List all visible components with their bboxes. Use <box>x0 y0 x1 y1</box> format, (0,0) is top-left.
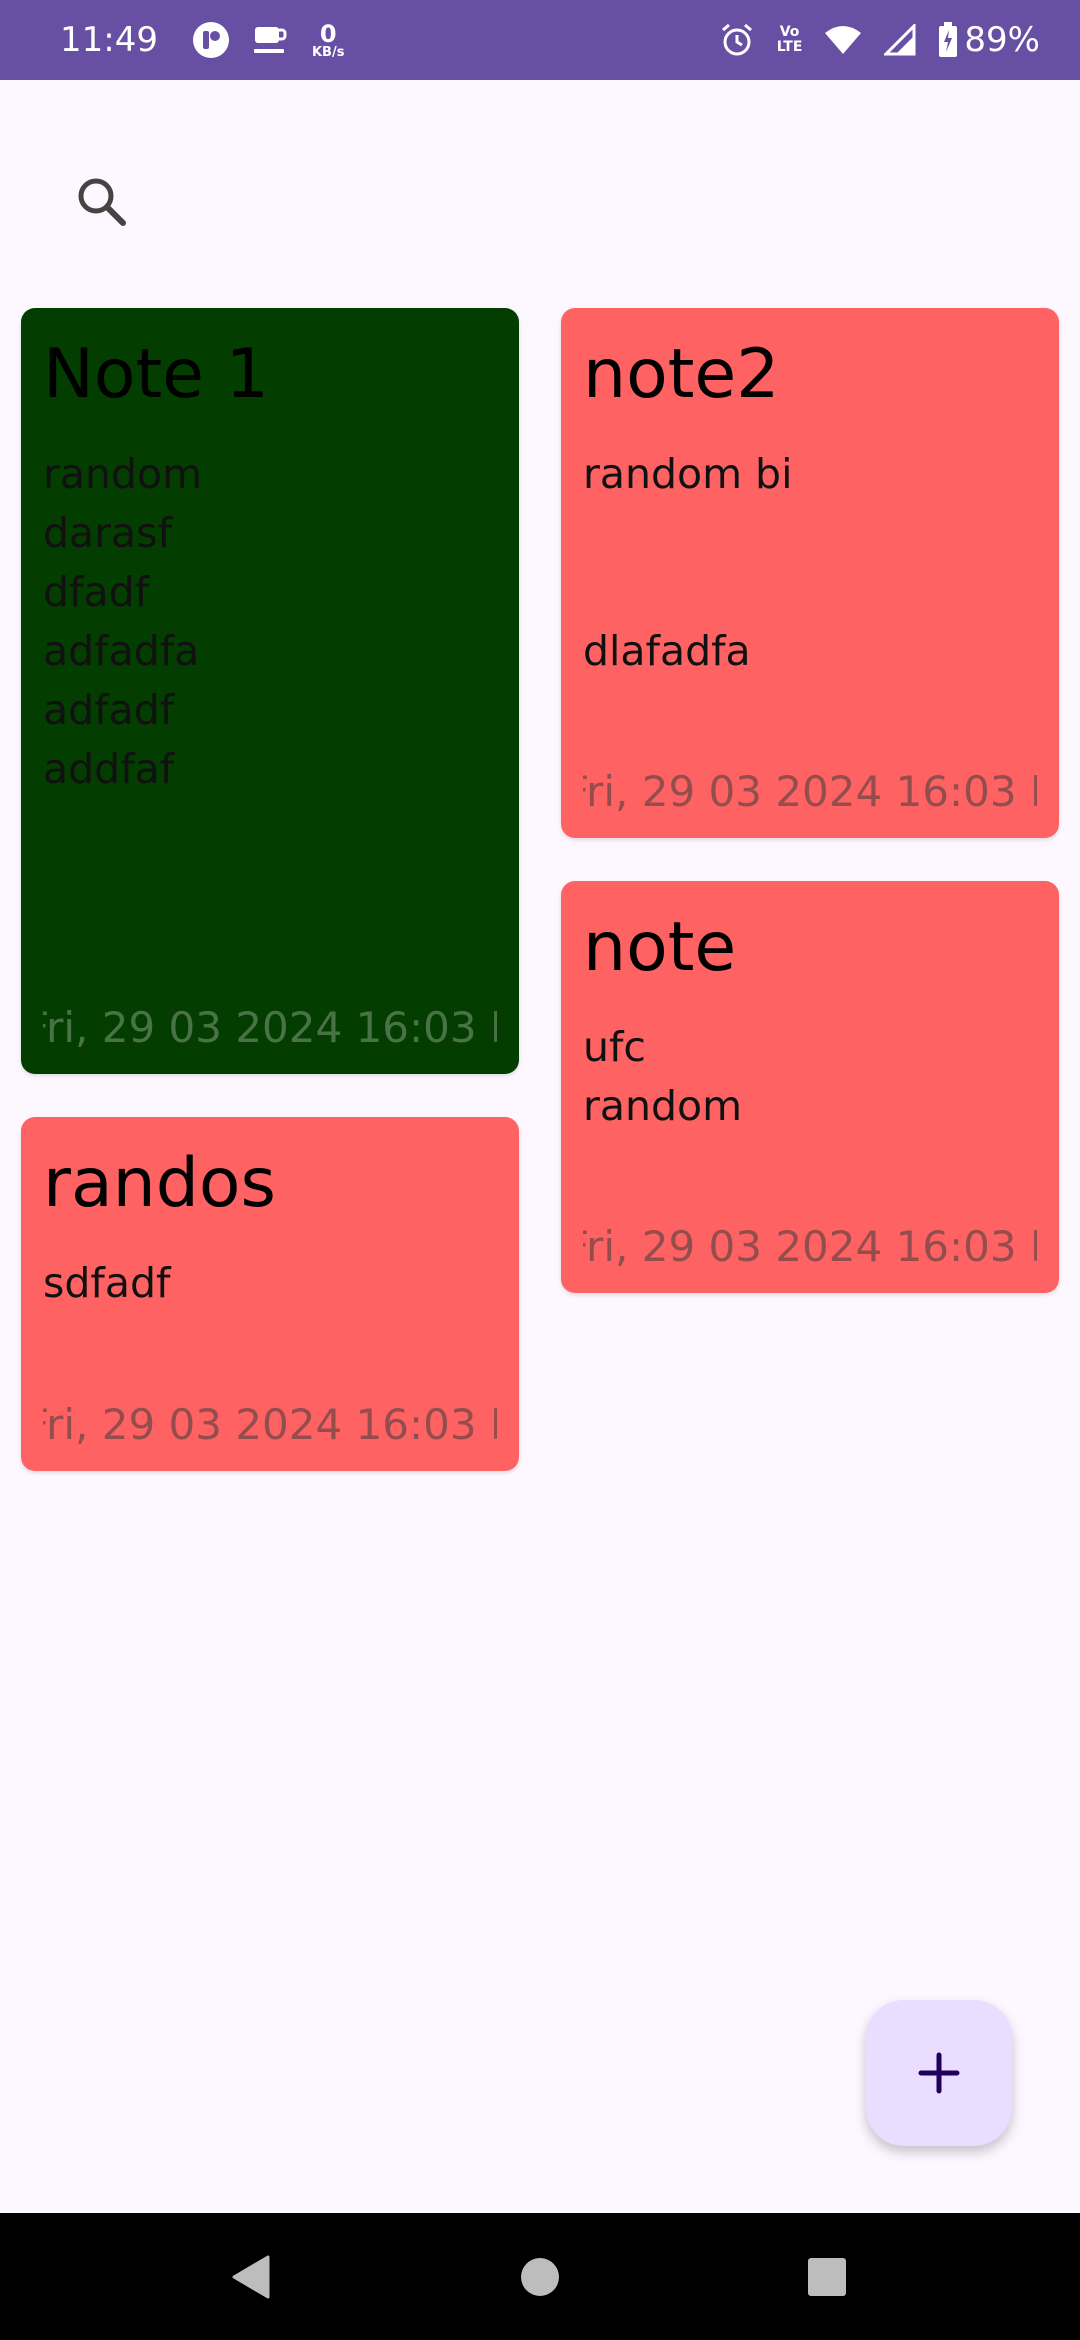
signal-icon <box>884 24 916 56</box>
search-icon <box>78 178 126 226</box>
note-card[interactable]: note ufc random Fri, 29 03 2024 16:03 PM <box>561 881 1059 1293</box>
volte-top: Vo <box>779 24 800 41</box>
home-button[interactable] <box>516 2253 564 2301</box>
note-date: Fri, 29 03 2024 16:03 PM <box>583 767 1037 816</box>
search-button[interactable] <box>70 170 134 234</box>
app-icon <box>192 21 230 59</box>
note-title: Note 1 <box>43 335 269 414</box>
note-body: sdfadf <box>43 1258 171 1307</box>
speed-value: 0 <box>319 19 337 48</box>
status-right: Vo LTE 89% <box>719 20 1040 60</box>
note-title: note <box>583 908 737 987</box>
network-speed: 0 KB/s <box>312 22 344 59</box>
note-body: ufc random <box>583 1022 743 1130</box>
plus-icon <box>918 2052 960 2094</box>
volte-bottom: LTE <box>776 39 803 55</box>
battery-icon <box>938 22 958 58</box>
note-title: note2 <box>583 335 780 414</box>
note-body: random bi dlafadfa <box>583 449 793 675</box>
back-icon <box>232 2255 270 2299</box>
back-button[interactable] <box>226 2253 274 2301</box>
add-note-button[interactable] <box>866 2000 1012 2146</box>
alarm-icon <box>719 22 755 58</box>
note-date: Fri, 29 03 2024 16:03 PM <box>583 1222 1037 1271</box>
note-card[interactable]: Note 1 random darasf dfadf adfadfa adfad… <box>21 308 519 1074</box>
note-card[interactable]: randos sdfadf Fri, 29 03 2024 16:03 PM <box>21 1117 519 1471</box>
status-time: 11:49 <box>60 20 158 60</box>
system-nav-bar <box>0 2213 1080 2340</box>
status-bar: 11:49 0 KB/s Vo LTE 89% <box>0 0 1080 80</box>
recents-icon <box>808 2258 846 2296</box>
note-card[interactable]: note2 random bi dlafadfa Fri, 29 03 2024… <box>561 308 1059 838</box>
wifi-icon <box>824 25 862 55</box>
battery-percent: 89% <box>964 20 1040 60</box>
speed-unit: KB/s <box>311 44 345 60</box>
coffee-icon <box>252 23 290 57</box>
note-body: random darasf dfadf adfadfa adfadf addfa… <box>43 449 203 793</box>
note-title: randos <box>43 1144 276 1223</box>
note-date: Fri, 29 03 2024 16:03 PM <box>43 1003 497 1052</box>
note-date: Fri, 29 03 2024 16:03 PM <box>43 1400 497 1449</box>
home-icon <box>521 2258 559 2296</box>
recents-button[interactable] <box>803 2253 851 2301</box>
status-left: 11:49 0 KB/s <box>60 20 366 60</box>
volte-icon: Vo LTE <box>777 25 803 54</box>
